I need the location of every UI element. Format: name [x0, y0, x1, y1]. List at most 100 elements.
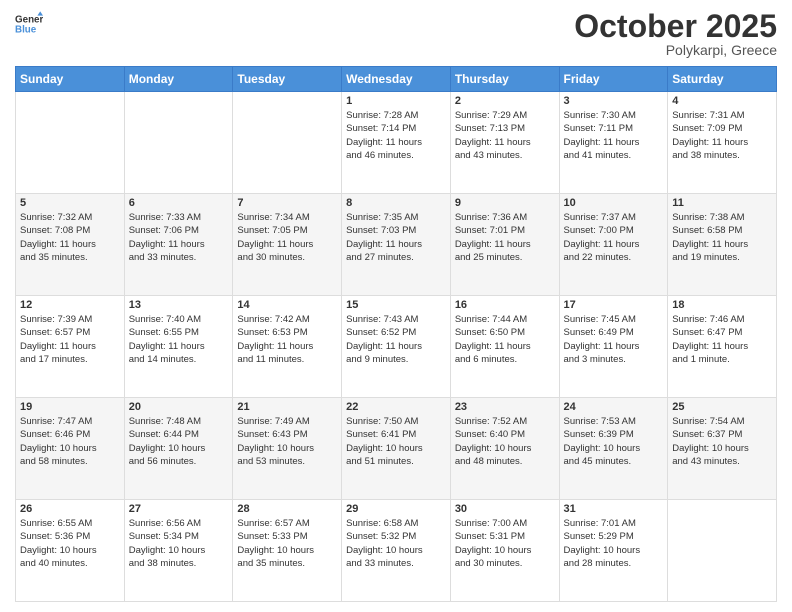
- header: General Blue October 2025 Polykarpi, Gre…: [15, 10, 777, 58]
- day-number: 3: [564, 95, 664, 107]
- day-number: 9: [455, 197, 555, 209]
- calendar-cell: 28Sunrise: 6:57 AM Sunset: 5:33 PM Dayli…: [233, 500, 342, 602]
- day-number: 5: [20, 197, 120, 209]
- calendar-cell: 26 Sunrise: 6:55 AM Sunset: 5:36 PM Dayli…: [16, 500, 125, 602]
- day-number: 23: [455, 401, 555, 413]
- cell-content: Sunrise: 7:48 AM Sunset: 6:44 PM Dayligh…: [129, 415, 229, 468]
- day-number: 1: [346, 95, 446, 107]
- cell-content: Sunrise: 6:55 AM Sunset: 5:36 PM Dayligh…: [20, 517, 120, 570]
- day-header-friday: Friday: [559, 67, 668, 92]
- calendar-cell: 24 Sunrise: 7:53 AM Sunset: 6:39 PM Dayli…: [559, 398, 668, 500]
- day-header-tuesday: Tuesday: [233, 67, 342, 92]
- day-header-saturday: Saturday: [668, 67, 777, 92]
- calendar-cell: 17Sunrise: 7:45 AM Sunset: 6:49 PM Dayli…: [559, 296, 668, 398]
- calendar-cell: 25 Sunrise: 7:54 AM Sunset: 6:37 PM Dayli…: [668, 398, 777, 500]
- calendar-cell: 5 Sunrise: 7:32 AM Sunset: 7:08 PM Daylig…: [16, 194, 125, 296]
- day-header-monday: Monday: [124, 67, 233, 92]
- cell-content: Sunrise: 7:35 AM Sunset: 7:03 PM Dayligh…: [346, 211, 446, 264]
- calendar-header-row: SundayMondayTuesdayWednesdayThursdayFrid…: [16, 67, 777, 92]
- cell-content: Sunrise: 7:39 AM Sunset: 6:57 PM Dayligh…: [20, 313, 120, 366]
- calendar-cell: 15Sunrise: 7:43 AM Sunset: 6:52 PM Dayli…: [342, 296, 451, 398]
- day-number: 17: [564, 299, 664, 311]
- cell-content: Sunrise: 7:42 AM Sunset: 6:53 PM Dayligh…: [237, 313, 337, 366]
- day-header-sunday: Sunday: [16, 67, 125, 92]
- calendar-cell: 19 Sunrise: 7:47 AM Sunset: 6:46 PM Dayli…: [16, 398, 125, 500]
- calendar-cell: 3Sunrise: 7:30 AM Sunset: 7:11 PM Daylig…: [559, 92, 668, 194]
- calendar-cell: 13 Sunrise: 7:40 AM Sunset: 6:55 PM Dayli…: [124, 296, 233, 398]
- day-number: 20: [129, 401, 229, 413]
- cell-content: Sunrise: 7:00 AM Sunset: 5:31 PM Dayligh…: [455, 517, 555, 570]
- day-number: 8: [346, 197, 446, 209]
- cell-content: Sunrise: 7:33 AM Sunset: 7:06 PM Dayligh…: [129, 211, 229, 264]
- calendar-cell: 4 Sunrise: 7:31 AM Sunset: 7:09 PM Daylig…: [668, 92, 777, 194]
- calendar-week-3: 12 Sunrise: 7:39 AM Sunset: 6:57 PM Dayli…: [16, 296, 777, 398]
- calendar-cell: [16, 92, 125, 194]
- calendar-cell: [233, 92, 342, 194]
- day-number: 10: [564, 197, 664, 209]
- page: General Blue October 2025 Polykarpi, Gre…: [0, 0, 792, 612]
- day-number: 11: [672, 197, 772, 209]
- day-number: 18: [672, 299, 772, 311]
- calendar-cell: 14 Sunrise: 7:42 AM Sunset: 6:53 PM Dayli…: [233, 296, 342, 398]
- calendar-cell: 8 Sunrise: 7:35 AM Sunset: 7:03 PM Daylig…: [342, 194, 451, 296]
- calendar-cell: 16 Sunrise: 7:44 AM Sunset: 6:50 PM Dayli…: [450, 296, 559, 398]
- logo-icon: General Blue: [15, 10, 43, 38]
- day-number: 22: [346, 401, 446, 413]
- cell-content: Sunrise: 7:01 AM Sunset: 5:29 PM Dayligh…: [564, 517, 664, 570]
- calendar-cell: 22 Sunrise: 7:50 AM Sunset: 6:41 PM Dayli…: [342, 398, 451, 500]
- cell-content: Sunrise: 7:32 AM Sunset: 7:08 PM Dayligh…: [20, 211, 120, 264]
- day-number: 12: [20, 299, 120, 311]
- calendar-cell: 12 Sunrise: 7:39 AM Sunset: 6:57 PM Dayli…: [16, 296, 125, 398]
- cell-content: Sunrise: 7:49 AM Sunset: 6:43 PM Dayligh…: [237, 415, 337, 468]
- cell-content: Sunrise: 7:54 AM Sunset: 6:37 PM Dayligh…: [672, 415, 772, 468]
- day-number: 4: [672, 95, 772, 107]
- calendar-cell: 29Sunrise: 6:58 AM Sunset: 5:32 PM Dayli…: [342, 500, 451, 602]
- day-number: 13: [129, 299, 229, 311]
- day-number: 16: [455, 299, 555, 311]
- calendar-cell: 1 Sunrise: 7:28 AM Sunset: 7:14 PM Daylig…: [342, 92, 451, 194]
- calendar-cell: [668, 500, 777, 602]
- day-number: 26: [20, 503, 120, 515]
- calendar-week-1: 1 Sunrise: 7:28 AM Sunset: 7:14 PM Daylig…: [16, 92, 777, 194]
- cell-content: Sunrise: 7:29 AM Sunset: 7:13 PM Dayligh…: [455, 109, 555, 162]
- cell-content: Sunrise: 7:34 AM Sunset: 7:05 PM Dayligh…: [237, 211, 337, 264]
- cell-content: Sunrise: 7:53 AM Sunset: 6:39 PM Dayligh…: [564, 415, 664, 468]
- cell-content: Sunrise: 7:50 AM Sunset: 6:41 PM Dayligh…: [346, 415, 446, 468]
- day-number: 14: [237, 299, 337, 311]
- day-number: 27: [129, 503, 229, 515]
- calendar-week-5: 26 Sunrise: 6:55 AM Sunset: 5:36 PM Dayli…: [16, 500, 777, 602]
- calendar-week-2: 5 Sunrise: 7:32 AM Sunset: 7:08 PM Daylig…: [16, 194, 777, 296]
- day-number: 29: [346, 503, 446, 515]
- title-block: October 2025 Polykarpi, Greece: [574, 10, 777, 58]
- cell-content: Sunrise: 7:37 AM Sunset: 7:00 PM Dayligh…: [564, 211, 664, 264]
- calendar-cell: 30Sunrise: 7:00 AM Sunset: 5:31 PM Dayli…: [450, 500, 559, 602]
- cell-content: Sunrise: 7:36 AM Sunset: 7:01 PM Dayligh…: [455, 211, 555, 264]
- cell-content: Sunrise: 7:40 AM Sunset: 6:55 PM Dayligh…: [129, 313, 229, 366]
- cell-content: Sunrise: 6:56 AM Sunset: 5:34 PM Dayligh…: [129, 517, 229, 570]
- day-number: 24: [564, 401, 664, 413]
- cell-content: Sunrise: 7:28 AM Sunset: 7:14 PM Dayligh…: [346, 109, 446, 162]
- calendar-cell: 18 Sunrise: 7:46 AM Sunset: 6:47 PM Dayli…: [668, 296, 777, 398]
- calendar-cell: 21 Sunrise: 7:49 AM Sunset: 6:43 PM Dayli…: [233, 398, 342, 500]
- day-number: 19: [20, 401, 120, 413]
- cell-content: Sunrise: 7:31 AM Sunset: 7:09 PM Dayligh…: [672, 109, 772, 162]
- day-number: 6: [129, 197, 229, 209]
- cell-content: Sunrise: 7:46 AM Sunset: 6:47 PM Dayligh…: [672, 313, 772, 366]
- calendar-cell: 10 Sunrise: 7:37 AM Sunset: 7:00 PM Dayli…: [559, 194, 668, 296]
- calendar-cell: 7 Sunrise: 7:34 AM Sunset: 7:05 PM Daylig…: [233, 194, 342, 296]
- cell-content: Sunrise: 7:44 AM Sunset: 6:50 PM Dayligh…: [455, 313, 555, 366]
- calendar-cell: 23Sunrise: 7:52 AM Sunset: 6:40 PM Dayli…: [450, 398, 559, 500]
- day-number: 21: [237, 401, 337, 413]
- day-number: 25: [672, 401, 772, 413]
- location: Polykarpi, Greece: [574, 42, 777, 58]
- calendar-cell: 6 Sunrise: 7:33 AM Sunset: 7:06 PM Daylig…: [124, 194, 233, 296]
- calendar-cell: 9 Sunrise: 7:36 AM Sunset: 7:01 PM Daylig…: [450, 194, 559, 296]
- cell-content: Sunrise: 7:43 AM Sunset: 6:52 PM Dayligh…: [346, 313, 446, 366]
- day-header-wednesday: Wednesday: [342, 67, 451, 92]
- day-number: 7: [237, 197, 337, 209]
- cell-content: Sunrise: 7:47 AM Sunset: 6:46 PM Dayligh…: [20, 415, 120, 468]
- logo: General Blue: [15, 10, 43, 38]
- calendar-cell: 11Sunrise: 7:38 AM Sunset: 6:58 PM Dayli…: [668, 194, 777, 296]
- calendar-cell: [124, 92, 233, 194]
- day-number: 28: [237, 503, 337, 515]
